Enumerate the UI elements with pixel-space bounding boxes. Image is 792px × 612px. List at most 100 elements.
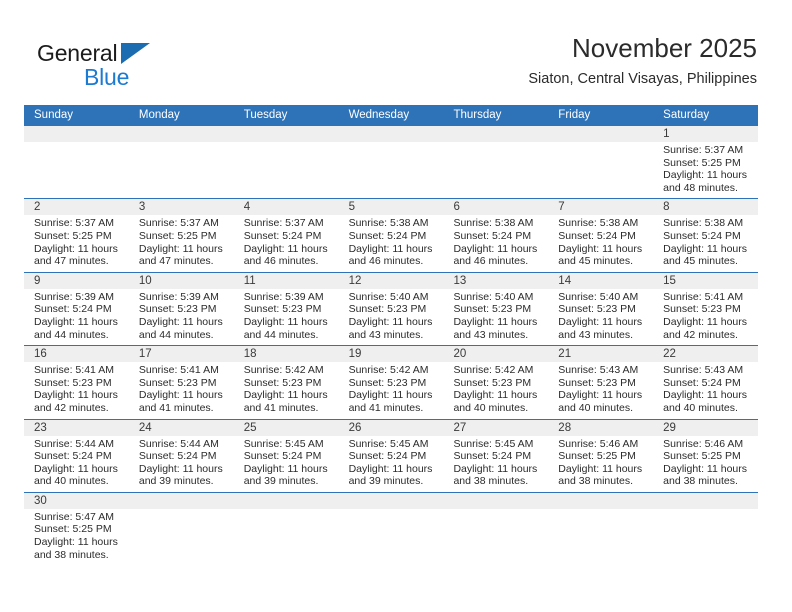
calendar-day-cell[interactable]: 5 Sunrise: 5:38 AM Sunset: 5:24 PM Daylight… xyxy=(339,199,444,271)
calendar-day-cell[interactable]: 10 Sunrise: 5:39 AM Sunset: 5:23 PM Dayligh… xyxy=(129,273,234,345)
day-sun-info: Sunrise: 5:37 AM Sunset: 5:25 PM Daylight:… xyxy=(663,144,754,194)
calendar-day-cell[interactable]: 23 Sunrise: 5:44 AM Sunset: 5:24 PM Dayligh… xyxy=(24,420,129,492)
sunrise-text: Sunrise: 5:38 AM xyxy=(348,217,429,230)
calendar-day-cell[interactable]: 26 Sunrise: 5:45 AM Sunset: 5:24 PM Dayligh… xyxy=(339,420,444,492)
day-number: 2 xyxy=(34,201,41,214)
daylight-text-line1: Daylight: 11 hours xyxy=(348,315,433,328)
sunset-text: Sunset: 5:24 PM xyxy=(34,303,112,316)
daylight-text-line2: and 38 minutes. xyxy=(453,475,529,488)
sunrise-text: Sunrise: 5:40 AM xyxy=(348,290,429,303)
calendar-day-cell[interactable]: 17 Sunrise: 5:41 AM Sunset: 5:23 PM Dayligh… xyxy=(129,346,234,418)
day-number: 14 xyxy=(558,274,572,287)
sunrise-text: Sunrise: 5:41 AM xyxy=(663,290,744,303)
day-sun-info: Sunrise: 5:45 AM Sunset: 5:24 PM Daylight:… xyxy=(349,438,440,488)
day-sun-info: Sunrise: 5:42 AM Sunset: 5:23 PM Daylight:… xyxy=(244,364,335,414)
daylight-text-line2: and 42 minutes. xyxy=(663,328,738,341)
general-blue-logo[interactable]: General Blue xyxy=(37,40,197,92)
day-sun-info: Sunrise: 5:37 AM Sunset: 5:25 PM Daylight:… xyxy=(139,217,230,267)
day-number: 15 xyxy=(663,274,676,287)
sunset-text: Sunset: 5:24 PM xyxy=(453,229,532,242)
calendar-day-cell[interactable]: 3 Sunrise: 5:37 AM Sunset: 5:25 PM Daylight… xyxy=(129,199,234,271)
daylight-text-line2: and 42 minutes. xyxy=(34,401,109,414)
calendar-week-row: 2 Sunrise: 5:37 AM Sunset: 5:25 PM Daylight… xyxy=(24,199,758,273)
sunrise-text: Sunrise: 5:37 AM xyxy=(663,144,744,156)
calendar-day-cell[interactable]: 13 Sunrise: 5:40 AM Sunset: 5:23 PM Dayligh… xyxy=(443,273,548,345)
calendar-day-cell[interactable]: 2 Sunrise: 5:37 AM Sunset: 5:25 PM Daylight… xyxy=(24,199,129,271)
sunrise-text: Sunrise: 5:39 AM xyxy=(243,290,324,303)
calendar-day-cell[interactable]: 21 Sunrise: 5:43 AM Sunset: 5:23 PM Dayligh… xyxy=(548,346,653,418)
calendar-day-cell[interactable]: 24 Sunrise: 5:44 AM Sunset: 5:24 PM Dayligh… xyxy=(129,420,234,492)
sunset-text: Sunset: 5:23 PM xyxy=(243,303,322,316)
daylight-text-line1: Daylight: 11 hours xyxy=(663,169,748,182)
calendar-day-cell[interactable]: 30 Sunrise: 5:47 AM Sunset: 5:25 PM Dayligh… xyxy=(24,493,129,569)
daylight-text-line1: Daylight: 11 hours xyxy=(243,389,328,402)
calendar-day-cell[interactable]: 25 Sunrise: 5:45 AM Sunset: 5:24 PM Dayligh… xyxy=(234,420,339,492)
calendar-day-cell[interactable]: 19 Sunrise: 5:42 AM Sunset: 5:23 PM Dayligh… xyxy=(339,346,444,418)
calendar-week-row: 16 Sunrise: 5:41 AM Sunset: 5:23 PM Dayligh… xyxy=(24,346,758,420)
calendar-day-cell[interactable]: 18 Sunrise: 5:42 AM Sunset: 5:23 PM Dayligh… xyxy=(234,346,339,418)
calendar-day-cell[interactable]: 11 Sunrise: 5:39 AM Sunset: 5:23 PM Dayligh… xyxy=(234,273,339,345)
calendar-day-cell[interactable]: 6 Sunrise: 5:38 AM Sunset: 5:24 PM Daylight… xyxy=(443,199,548,271)
weekday-monday: Monday xyxy=(138,109,180,121)
day-number: 26 xyxy=(348,421,362,434)
calendar-day-cell[interactable]: 27 Sunrise: 5:45 AM Sunset: 5:24 PM Dayligh… xyxy=(443,420,548,492)
sunrise-text: Sunrise: 5:37 AM xyxy=(243,217,324,230)
daylight-text-line2: and 39 minutes. xyxy=(348,475,424,488)
sunrise-text: Sunrise: 5:44 AM xyxy=(138,437,219,450)
calendar-day-cell-empty xyxy=(339,493,444,569)
daylight-text-line2: and 43 minutes. xyxy=(558,328,634,341)
calendar-day-cell[interactable]: 29 Sunrise: 5:46 AM Sunset: 5:25 PM Dayligh… xyxy=(653,420,758,492)
day-number: 3 xyxy=(138,201,146,214)
daylight-text-line2: and 48 minutes. xyxy=(663,181,738,194)
daylight-text-line1: Daylight: 11 hours xyxy=(243,315,328,328)
day-sun-info: Sunrise: 5:44 AM Sunset: 5:24 PM Daylight:… xyxy=(139,438,230,488)
daylight-text-line2: and 40 minutes. xyxy=(558,401,634,414)
calendar-day-cell[interactable]: 8 Sunrise: 5:38 AM Sunset: 5:24 PM Daylight… xyxy=(653,199,758,271)
sunrise-text: Sunrise: 5:38 AM xyxy=(663,217,744,230)
sunset-text: Sunset: 5:23 PM xyxy=(348,376,427,389)
sunrise-text: Sunrise: 5:40 AM xyxy=(453,290,534,303)
calendar-day-cell[interactable]: 28 Sunrise: 5:46 AM Sunset: 5:25 PM Dayligh… xyxy=(548,420,653,492)
calendar-day-cell[interactable]: 9 Sunrise: 5:39 AM Sunset: 5:24 PM Daylight… xyxy=(24,273,129,345)
sunrise-text: Sunrise: 5:42 AM xyxy=(348,364,429,377)
daylight-text-line2: and 46 minutes. xyxy=(348,255,424,268)
daylight-text-line2: and 39 minutes. xyxy=(243,475,319,488)
day-number: 30 xyxy=(34,494,47,507)
sunrise-text: Sunrise: 5:46 AM xyxy=(663,437,744,450)
daylight-text-line1: Daylight: 11 hours xyxy=(348,462,433,475)
calendar-day-cell[interactable]: 14 Sunrise: 5:40 AM Sunset: 5:23 PM Dayligh… xyxy=(548,273,653,345)
calendar-day-cell[interactable]: 12 Sunrise: 5:40 AM Sunset: 5:23 PM Dayligh… xyxy=(339,273,444,345)
day-sun-info: Sunrise: 5:41 AM Sunset: 5:23 PM Daylight:… xyxy=(34,364,125,414)
day-number: 7 xyxy=(558,201,565,214)
sunset-text: Sunset: 5:25 PM xyxy=(34,229,112,242)
calendar-week-row: 30 Sunrise: 5:47 AM Sunset: 5:25 PM Dayligh… xyxy=(24,492,758,569)
sunset-text: Sunset: 5:24 PM xyxy=(558,229,636,242)
sunrise-text: Sunrise: 5:37 AM xyxy=(138,217,219,230)
calendar-day-cell-empty xyxy=(339,126,444,198)
sunset-text: Sunset: 5:23 PM xyxy=(558,303,636,316)
daylight-text-line2: and 46 minutes. xyxy=(243,255,319,268)
daylight-text-line2: and 44 minutes. xyxy=(34,328,109,341)
daylight-text-line1: Daylight: 11 hours xyxy=(663,242,748,255)
calendar-day-cell[interactable]: 15 Sunrise: 5:41 AM Sunset: 5:23 PM Dayligh… xyxy=(653,273,758,345)
calendar-week-row: 9 Sunrise: 5:39 AM Sunset: 5:24 PM Daylight… xyxy=(24,272,758,347)
calendar-day-cell-empty xyxy=(443,493,548,569)
day-sun-info: Sunrise: 5:40 AM Sunset: 5:23 PM Daylight:… xyxy=(349,291,440,341)
calendar-day-cell[interactable]: 16 Sunrise: 5:41 AM Sunset: 5:23 PM Dayligh… xyxy=(24,346,129,418)
sunset-text: Sunset: 5:25 PM xyxy=(558,450,636,463)
day-number: 11 xyxy=(243,274,256,287)
day-number: 28 xyxy=(558,421,572,434)
sunrise-text: Sunrise: 5:40 AM xyxy=(558,290,639,303)
daylight-text-line2: and 41 minutes. xyxy=(138,401,214,414)
day-sun-info: Sunrise: 5:38 AM Sunset: 5:24 PM Daylight:… xyxy=(453,217,544,267)
calendar-day-cell[interactable]: 20 Sunrise: 5:42 AM Sunset: 5:23 PM Dayligh… xyxy=(443,346,548,418)
calendar-day-cell[interactable]: 22 Sunrise: 5:43 AM Sunset: 5:24 PM Dayligh… xyxy=(653,346,758,418)
calendar-day-cell[interactable]: 1 Sunrise: 5:37 AM Sunset: 5:25 PM Daylight… xyxy=(653,126,758,198)
daylight-text-line2: and 38 minutes. xyxy=(558,475,634,488)
sunset-text: Sunset: 5:23 PM xyxy=(453,376,532,389)
calendar-day-cell[interactable]: 7 Sunrise: 5:38 AM Sunset: 5:24 PM Daylight… xyxy=(548,199,653,271)
calendar-day-cell[interactable]: 4 Sunrise: 5:37 AM Sunset: 5:24 PM Daylight… xyxy=(234,199,339,271)
day-sun-info: Sunrise: 5:42 AM Sunset: 5:23 PM Daylight:… xyxy=(349,364,440,414)
daylight-text-line1: Daylight: 11 hours xyxy=(558,242,643,255)
day-number: 17 xyxy=(138,348,152,361)
